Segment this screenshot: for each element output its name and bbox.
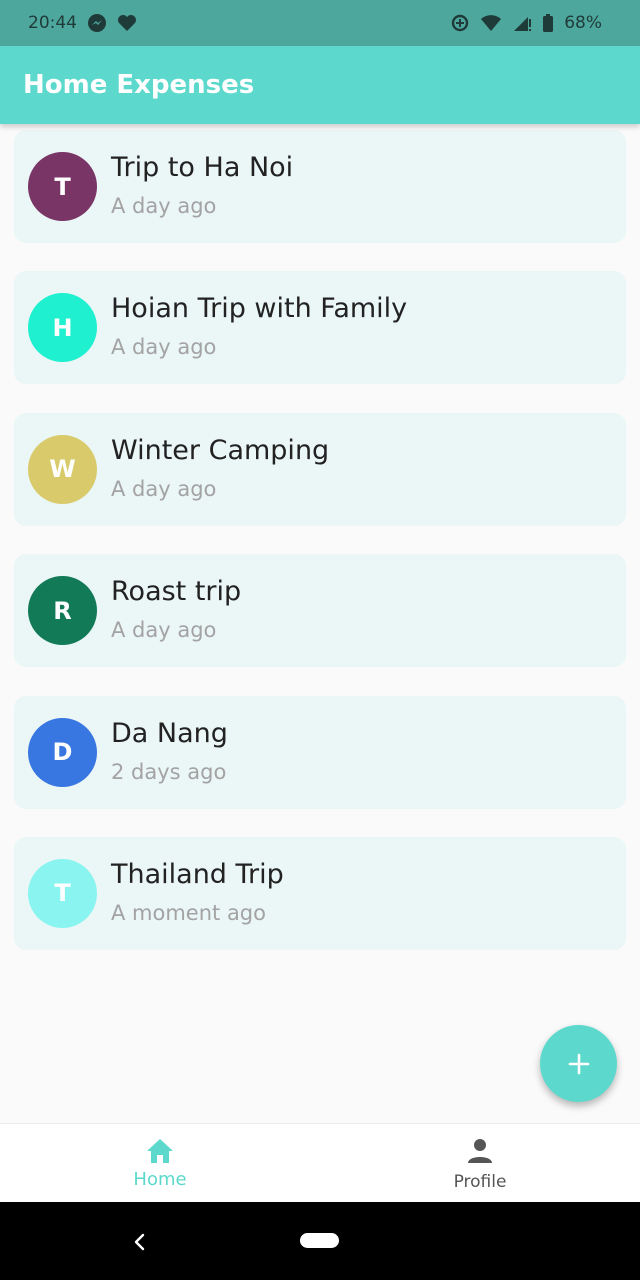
status-bar: 20:44 68% bbox=[0, 0, 640, 46]
page-title: Home Expenses bbox=[23, 70, 255, 100]
trip-time: A day ago bbox=[111, 618, 217, 643]
trip-avatar: W bbox=[28, 434, 97, 504]
trip-time: A day ago bbox=[111, 476, 217, 501]
trip-title: Trip to Ha Noi bbox=[111, 152, 294, 183]
trip-title: Da Nang bbox=[111, 717, 228, 749]
status-right: 68% bbox=[450, 13, 602, 33]
wifi-icon bbox=[480, 13, 502, 33]
trip-card[interactable]: T Trip to Ha Noi A day ago bbox=[14, 130, 626, 243]
heart-icon bbox=[117, 13, 137, 33]
trip-time: 2 days ago bbox=[111, 759, 227, 784]
trip-time: A day ago bbox=[111, 194, 217, 218]
trip-avatar: T bbox=[28, 152, 97, 221]
nav-home-label: Home bbox=[133, 1169, 187, 1190]
trip-card[interactable]: W Winter Camping A day ago bbox=[14, 412, 626, 526]
person-icon bbox=[466, 1138, 494, 1168]
trip-avatar: T bbox=[28, 858, 97, 928]
trip-card[interactable]: D Da Nang 2 days ago bbox=[14, 695, 626, 809]
home-gesture-pill[interactable] bbox=[300, 1233, 339, 1248]
nav-home[interactable]: Home bbox=[0, 1124, 320, 1203]
trip-title: Roast trip bbox=[111, 576, 242, 608]
trip-title: Thailand Trip bbox=[111, 858, 284, 890]
bottom-nav: Home Profile bbox=[0, 1123, 640, 1202]
app-bar: Home Expenses bbox=[0, 46, 640, 124]
add-trip-button[interactable] bbox=[540, 1025, 617, 1102]
messenger-icon bbox=[87, 13, 107, 33]
status-time: 20:44 bbox=[28, 13, 77, 33]
trip-title: Hoian Trip with Family bbox=[111, 293, 408, 325]
back-icon[interactable] bbox=[131, 1231, 149, 1257]
nav-profile[interactable]: Profile bbox=[320, 1124, 640, 1203]
trip-time: A day ago bbox=[111, 335, 217, 360]
trip-card[interactable]: H Hoian Trip with Family A day ago bbox=[14, 271, 626, 385]
trip-card[interactable]: T Thailand Trip A moment ago bbox=[14, 836, 626, 950]
battery-icon bbox=[542, 13, 554, 33]
signal-icon bbox=[512, 13, 532, 33]
nav-profile-label: Profile bbox=[453, 1172, 507, 1192]
trip-list: T Trip to Ha Noi A day ago H Hoian Trip … bbox=[14, 130, 626, 978]
trip-avatar: R bbox=[28, 576, 97, 646]
trip-title: Winter Camping bbox=[111, 434, 330, 466]
trip-avatar: D bbox=[28, 717, 97, 787]
trip-card[interactable]: R Roast trip A day ago bbox=[14, 554, 626, 668]
trip-time: A moment ago bbox=[111, 900, 266, 925]
plus-icon bbox=[567, 1052, 591, 1076]
home-icon bbox=[146, 1138, 174, 1168]
battery-percent: 68% bbox=[564, 13, 602, 33]
trip-avatar: H bbox=[28, 293, 97, 363]
data-saver-icon bbox=[450, 13, 470, 33]
status-left: 20:44 bbox=[28, 13, 137, 33]
